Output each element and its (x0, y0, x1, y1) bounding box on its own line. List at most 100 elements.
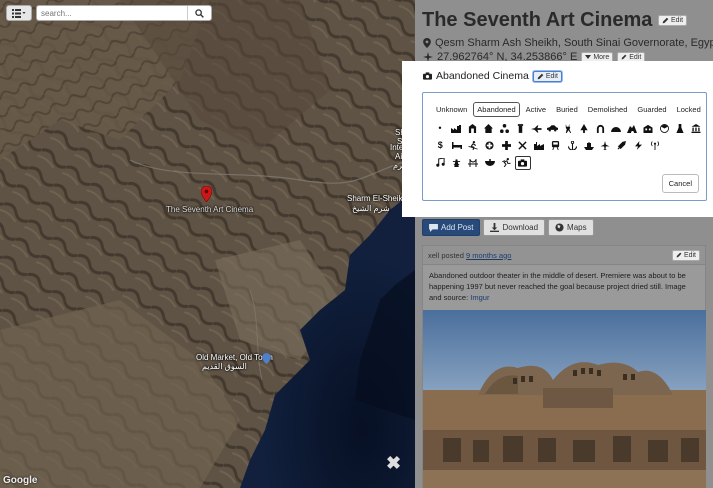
dollar-icon[interactable]: $ (432, 139, 449, 153)
icon-row: • (432, 120, 704, 137)
molecule-icon[interactable] (496, 122, 512, 136)
chemistry-icon[interactable] (512, 122, 528, 136)
industry-icon[interactable] (531, 139, 548, 153)
category-picker: Unknown Abandoned Active Buried Demolish… (422, 92, 707, 201)
download-button[interactable]: Download (483, 219, 546, 236)
radiation-icon[interactable] (656, 122, 672, 136)
maps-button[interactable]: Maps (548, 219, 594, 236)
edit-title-label: Edit (670, 17, 684, 25)
post-time-link[interactable]: 9 months ago (466, 251, 511, 260)
cross-icon[interactable] (498, 139, 515, 153)
map-search-input[interactable] (37, 6, 187, 20)
music-icon[interactable] (432, 156, 449, 170)
house-icon[interactable] (480, 122, 496, 136)
download-icon (490, 223, 500, 232)
address-text: Qesm Sharm Ash Sheikh, South Sinai Gover… (435, 37, 713, 49)
download-label: Download (502, 223, 539, 232)
post-header: xell posted 9 months ago Edit (423, 246, 705, 265)
dome-icon[interactable] (608, 122, 624, 136)
map-search-button[interactable] (187, 6, 211, 20)
tower-icon[interactable] (449, 156, 466, 170)
tree-icon[interactable] (576, 122, 592, 136)
map-dim-overlay (0, 0, 415, 488)
chevron-down-icon (585, 55, 592, 59)
camera-icon (423, 72, 432, 80)
status-buried[interactable]: Buried (552, 102, 582, 117)
map-label-city: Sharm El-Sheikh (347, 194, 408, 203)
deer-icon[interactable] (560, 122, 576, 136)
antenna-icon[interactable] (647, 139, 664, 153)
comment-icon (429, 223, 438, 232)
place-title-text: The Seventh Art Cinema (422, 9, 653, 31)
post-text: Abandoned outdoor theater in the middle … (429, 271, 686, 302)
edit-title-button[interactable]: Edit (657, 15, 688, 27)
close-icon[interactable]: ✖ (386, 453, 401, 474)
post-meta: xell posted 9 months ago (428, 251, 511, 260)
map-search-box (36, 5, 212, 21)
horseshoe-icon[interactable] (592, 122, 608, 136)
lightning-icon[interactable] (630, 139, 647, 153)
layers-menu-button[interactable] (6, 5, 32, 21)
globe-icon (555, 223, 564, 232)
bowl-icon[interactable] (482, 156, 499, 170)
pencil-icon (621, 54, 627, 60)
status-unknown[interactable]: Unknown (432, 102, 471, 117)
status-active[interactable]: Active (522, 102, 550, 117)
map-view[interactable]: The Seventh Art Cinema Sharm El-Sheikh ش… (0, 0, 415, 488)
airplane-icon[interactable] (528, 122, 544, 136)
post-card: xell posted 9 months ago Edit Abandoned … (422, 245, 706, 488)
edit-category-button[interactable]: Edit (532, 70, 562, 82)
ship-icon[interactable] (581, 139, 598, 153)
map-pin-icon[interactable] (201, 186, 212, 202)
cave-icon[interactable] (624, 122, 640, 136)
dot-icon[interactable]: • (432, 122, 448, 136)
post-photo[interactable] (423, 310, 706, 488)
post-source-link[interactable]: Imgur (470, 293, 489, 302)
icon-row: $ (432, 137, 704, 154)
map-label-market-ar: السوق القديم (202, 362, 247, 371)
edit-category-label: Edit (545, 72, 558, 80)
edit-coords-label: Edit (629, 53, 642, 61)
bunker-icon[interactable] (464, 122, 480, 136)
action-buttons: Add Post Download Maps (422, 219, 594, 236)
category-name: Abandoned Cinema (436, 70, 529, 82)
car-icon[interactable] (544, 122, 560, 136)
list-icon (12, 8, 26, 18)
pencil-icon (676, 252, 682, 258)
add-post-label: Add Post (441, 223, 474, 232)
post-body: Abandoned outdoor theater in the middle … (423, 265, 705, 308)
tools-icon[interactable] (515, 139, 532, 153)
map-toolbar (6, 5, 212, 21)
modal-header: Abandoned Cinema Edit (423, 70, 562, 82)
hospital-icon[interactable] (482, 139, 499, 153)
plane-icon[interactable] (597, 139, 614, 153)
school-icon[interactable] (640, 122, 656, 136)
status-abandoned[interactable]: Abandoned (473, 102, 520, 117)
camera-icon[interactable] (514, 155, 531, 170)
anchor-icon[interactable] (564, 139, 581, 153)
bridge-icon[interactable] (465, 156, 482, 170)
place-address: Qesm Sharm Ash Sheikh, South Sinai Gover… (423, 37, 713, 49)
bed-icon[interactable] (449, 139, 466, 153)
bank-icon[interactable] (688, 122, 704, 136)
flask-icon[interactable] (672, 122, 688, 136)
post-author[interactable]: xell (428, 251, 439, 260)
map-label-city-ar: شرم الشيخ (352, 204, 390, 213)
status-demolished[interactable]: Demolished (584, 102, 632, 117)
skier-icon[interactable] (465, 139, 482, 153)
factory-icon[interactable] (448, 122, 464, 136)
market-pin-icon[interactable] (262, 353, 271, 364)
place-title: The Seventh Art Cinema Edit (422, 9, 688, 32)
cinema-ruin-photo (423, 310, 706, 488)
add-post-button[interactable]: Add Post (422, 219, 481, 236)
train-icon[interactable] (548, 139, 565, 153)
cancel-button[interactable]: Cancel (661, 174, 699, 193)
icon-row (432, 154, 704, 171)
rocket-icon[interactable] (614, 139, 631, 153)
status-guarded[interactable]: Guarded (633, 102, 670, 117)
edit-post-button[interactable]: Edit (671, 249, 700, 261)
status-locked[interactable]: Locked (673, 102, 705, 117)
runner-icon[interactable] (498, 156, 515, 170)
google-logo: Google (3, 475, 38, 486)
status-options: Unknown Abandoned Active Buried Demolish… (432, 102, 707, 117)
